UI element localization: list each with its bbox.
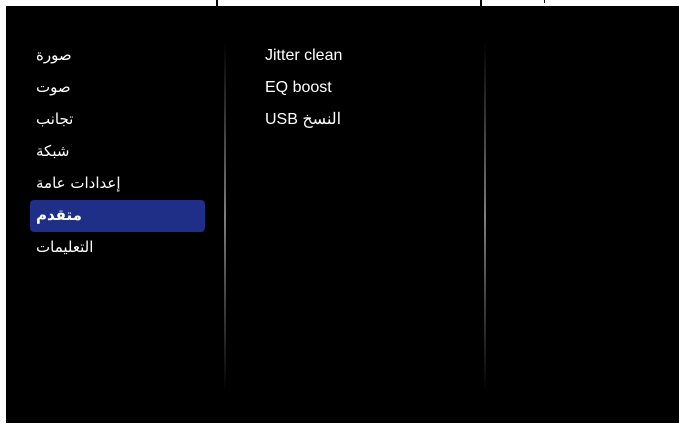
menu-item-sound[interactable]: صوت xyxy=(30,72,205,104)
menu-item-advanced[interactable]: متقدم xyxy=(30,200,205,232)
top-edge-mark xyxy=(480,0,482,6)
column-divider-left xyxy=(224,42,226,392)
menu-item-tiling[interactable]: تجانب xyxy=(30,104,205,136)
top-edge-mark xyxy=(216,0,218,6)
top-edge-mark xyxy=(544,0,545,3)
submenu-item-label: EQ boost xyxy=(265,79,332,96)
submenu-item-label: USB النسخ xyxy=(265,111,342,128)
menu-item-help[interactable]: التعليمات xyxy=(30,232,205,264)
submenu-item-jitter-clean[interactable]: Jitter clean xyxy=(265,40,475,72)
submenu-item-eq-boost[interactable]: EQ boost xyxy=(265,72,475,104)
column-divider-right xyxy=(484,42,486,392)
osd-screen: صورة صوت تجانب شبكة إعدادات عامة متقدم ا… xyxy=(6,6,679,423)
menu-item-general-settings[interactable]: إعدادات عامة xyxy=(30,168,205,200)
submenu-item-label: Jitter clean xyxy=(265,47,343,64)
menu-item-network[interactable]: شبكة xyxy=(30,136,205,168)
submenu: Jitter clean EQ boost USB النسخ xyxy=(265,40,475,136)
menu-item-picture[interactable]: صورة xyxy=(30,40,205,72)
main-menu: صورة صوت تجانب شبكة إعدادات عامة متقدم ا… xyxy=(30,40,205,264)
submenu-item-usb-clone[interactable]: USB النسخ xyxy=(265,104,475,136)
